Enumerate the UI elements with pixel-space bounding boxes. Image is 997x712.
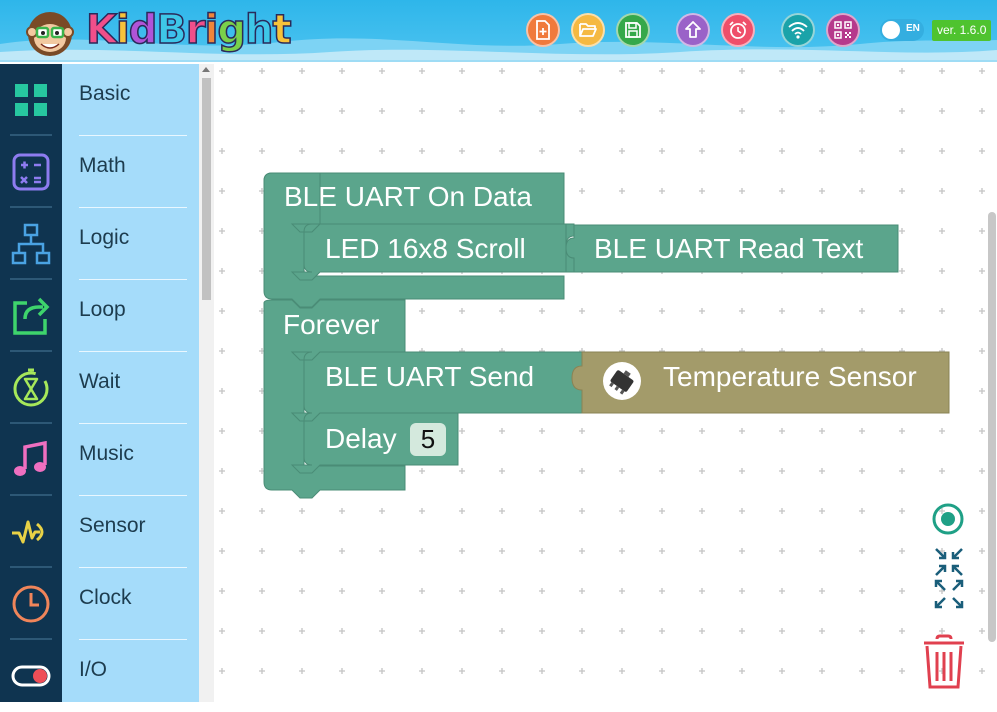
- trash-can-button[interactable]: [922, 634, 966, 690]
- recenter-button[interactable]: [932, 503, 964, 535]
- ble-on-data-label: BLE UART On Data: [284, 181, 532, 212]
- collapse-arrows-icon: [935, 548, 963, 576]
- led-scroll-label: LED 16x8 Scroll: [325, 233, 526, 264]
- ble-send-label: BLE UART Send: [325, 361, 535, 392]
- ble-read-text-label: BLE UART Read Text: [594, 233, 864, 264]
- trash-icon: [924, 634, 964, 689]
- delay-label: Delay: [325, 423, 397, 454]
- temperature-sensor-label: Temperature Sensor: [663, 361, 917, 392]
- zoom-in-button[interactable]: [933, 546, 965, 578]
- block-program: [263, 172, 950, 499]
- workspace-vertical-scrollbar[interactable]: [988, 212, 996, 642]
- expand-arrows-icon: [934, 579, 964, 609]
- forever-label: Forever: [283, 309, 380, 340]
- zoom-out-button[interactable]: [933, 578, 965, 610]
- delay-value-field[interactable]: 5: [410, 423, 446, 456]
